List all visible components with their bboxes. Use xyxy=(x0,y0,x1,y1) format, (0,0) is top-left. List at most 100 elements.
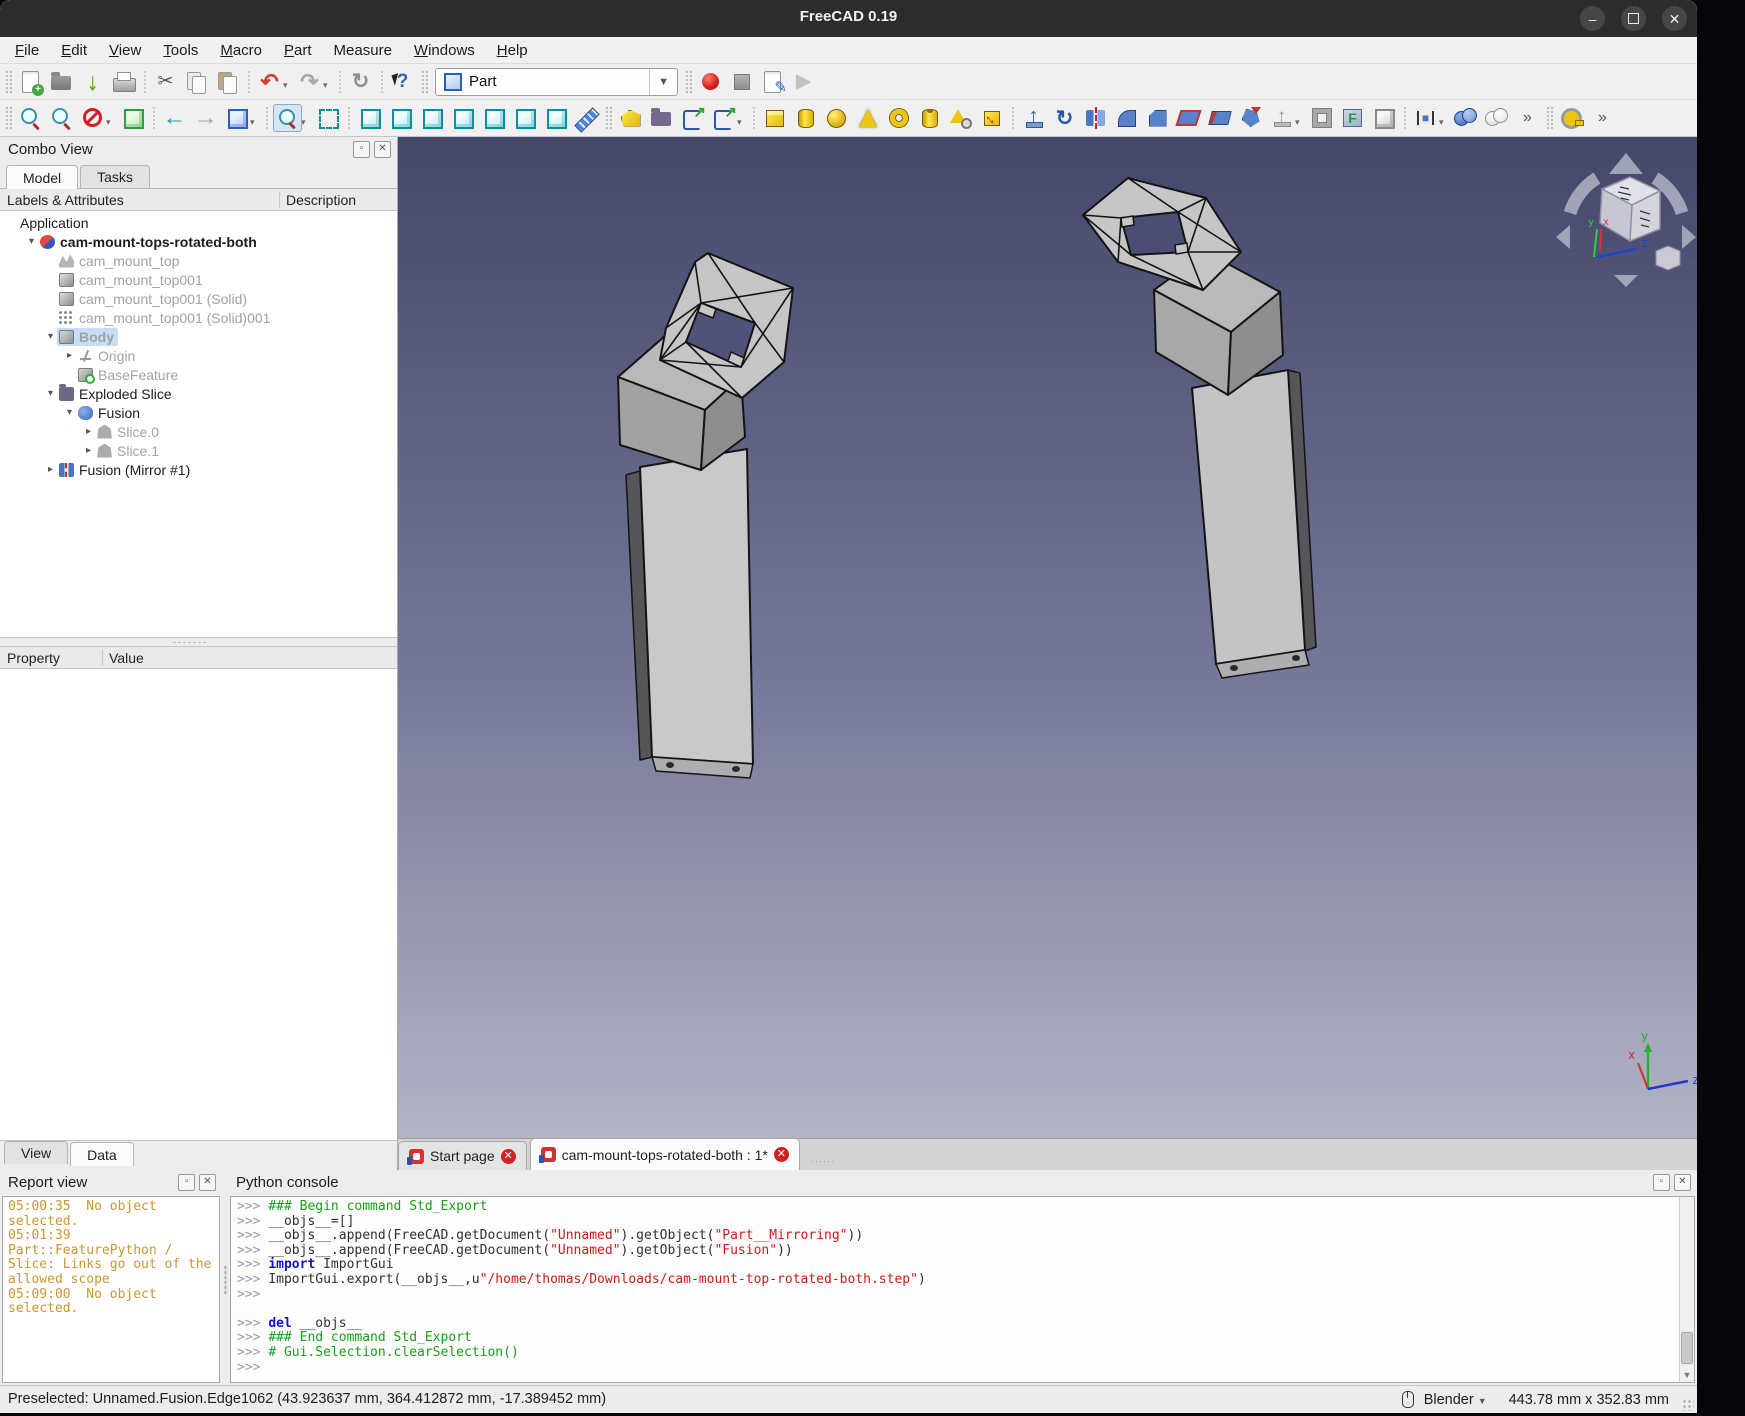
whats-this-button[interactable]: ? xyxy=(388,68,417,96)
compound-tools-button[interactable]: ■ xyxy=(1411,104,1440,132)
primitive-sphere-button[interactable] xyxy=(822,104,851,132)
linked-view-button-dropdown-icon[interactable]: ▾ xyxy=(250,117,260,128)
fillet-button[interactable] xyxy=(1112,104,1141,132)
part-solid-button[interactable] xyxy=(616,104,645,132)
view-bottom-button[interactable] xyxy=(510,104,539,132)
resize-grip[interactable] xyxy=(1682,1399,1694,1411)
box-zoom-button-dropdown-icon[interactable]: ▾ xyxy=(301,117,311,128)
workbench-selector[interactable]: Part▼ xyxy=(435,68,678,96)
extrude-button[interactable]: ↑ xyxy=(1019,104,1048,132)
offset-button-dropdown-icon[interactable]: ▾ xyxy=(1295,117,1305,128)
revolve-button[interactable]: ↻ xyxy=(1050,104,1079,132)
float-panel-icon[interactable]: ▫ xyxy=(1653,1174,1670,1191)
make-face-button[interactable] xyxy=(1174,104,1203,132)
view-front-button[interactable] xyxy=(386,104,415,132)
menu-help[interactable]: Help xyxy=(486,40,539,61)
tree-expander-icon[interactable]: ▾ xyxy=(44,331,57,342)
model-left[interactable] xyxy=(618,253,793,778)
macro-play-button[interactable]: ▶ xyxy=(789,68,818,96)
scrollbar-thumb[interactable] xyxy=(1681,1332,1693,1364)
document-tab-cam-mount-tops-rotated-both-1[interactable]: cam-mount-tops-rotated-both : 1*✕ xyxy=(530,1138,800,1170)
tree-item-origin[interactable]: ▸Origin xyxy=(0,346,397,365)
view-top-button[interactable] xyxy=(417,104,446,132)
shape-builder-button[interactable] xyxy=(946,104,975,132)
model-right[interactable] xyxy=(1083,178,1316,678)
menu-measure[interactable]: Measure xyxy=(323,40,403,61)
menu-file[interactable]: File xyxy=(4,40,50,61)
nav-style-selector[interactable]: Blender xyxy=(1424,1392,1474,1408)
tree-item-exploded-slice[interactable]: ▾Exploded Slice xyxy=(0,384,397,403)
primitive-box-button[interactable] xyxy=(760,104,789,132)
offset-button[interactable]: ↑ xyxy=(1267,104,1296,132)
undo-button[interactable]: ↶ xyxy=(255,68,284,96)
macro-edit-button[interactable]: ✎ xyxy=(758,68,787,96)
export-alt-button[interactable]: ↗ xyxy=(709,104,738,132)
scrollbar-down-icon[interactable]: ▼ xyxy=(1680,1369,1694,1382)
close-button[interactable]: ✕ xyxy=(1662,6,1687,31)
menu-tools[interactable]: Tools xyxy=(152,40,209,61)
primitive-cone-button[interactable] xyxy=(853,104,882,132)
tab-model[interactable]: Model xyxy=(6,165,78,189)
tree-item-cam-mount-top[interactable]: cam_mount_top xyxy=(0,251,397,270)
float-panel-icon[interactable]: ▫ xyxy=(178,1174,195,1191)
draw-style-button[interactable] xyxy=(313,104,342,132)
maximize-button[interactable] xyxy=(1621,6,1646,31)
close-panel-icon[interactable]: ✕ xyxy=(1674,1174,1691,1191)
close-panel-icon[interactable]: ✕ xyxy=(199,1174,216,1191)
tab-view[interactable]: View xyxy=(4,1141,68,1164)
toolbar-overflow-button[interactable]: » xyxy=(1513,104,1542,132)
tree-expander-icon[interactable]: ▸ xyxy=(82,426,95,437)
menu-edit[interactable]: Edit xyxy=(50,40,98,61)
primitive-cylinder-button[interactable] xyxy=(791,104,820,132)
primitive-torus-button[interactable] xyxy=(884,104,913,132)
tree-item-slice-1[interactable]: ▸Slice.1 xyxy=(0,441,397,460)
linked-view-button[interactable] xyxy=(222,104,251,132)
ruled-surface-button[interactable] xyxy=(1205,104,1234,132)
tree-item-fusion[interactable]: ▾Fusion xyxy=(0,403,397,422)
close-panel-icon[interactable]: ✕ xyxy=(374,141,391,158)
menu-view[interactable]: View xyxy=(98,40,152,61)
copy-button[interactable] xyxy=(182,68,211,96)
print-button[interactable] xyxy=(109,68,138,96)
primitive-tube-button[interactable] xyxy=(915,104,944,132)
tab-data[interactable]: Data xyxy=(70,1142,134,1166)
tree-expander-icon[interactable]: ▾ xyxy=(63,407,76,418)
toolbar-handle[interactable] xyxy=(605,106,612,130)
tree-item-fusion-mirror-1[interactable]: ▸Fusion (Mirror #1) xyxy=(0,460,397,479)
measure-distance-button[interactable] xyxy=(572,104,601,132)
boolean-union-button[interactable] xyxy=(1451,104,1480,132)
clipping-plane-button-dropdown-icon[interactable]: ▾ xyxy=(106,117,116,128)
macro-record-button[interactable] xyxy=(696,68,725,96)
tree-item-basefeature[interactable]: BaseFeature xyxy=(0,365,397,384)
title-bar[interactable]: FreeCAD 0.19 – ✕ xyxy=(0,0,1697,37)
undo-button-dropdown-icon[interactable]: ▾ xyxy=(283,80,293,91)
toolbar-handle[interactable] xyxy=(685,70,692,94)
menu-macro[interactable]: Macro xyxy=(209,40,273,61)
fit-selection-button[interactable] xyxy=(47,104,76,132)
cut-button[interactable]: ✂ xyxy=(151,68,180,96)
save-button[interactable]: ↓ xyxy=(78,68,107,96)
view-axonometric-button[interactable] xyxy=(355,104,384,132)
nav-style-dropdown-icon[interactable]: ▼ xyxy=(1478,1396,1487,1406)
workbench-dropdown-icon[interactable]: ▼ xyxy=(649,69,669,95)
chamfer-button[interactable] xyxy=(1143,104,1172,132)
float-panel-icon[interactable]: ▫ xyxy=(353,141,370,158)
tree-item-application[interactable]: Application xyxy=(0,213,397,232)
document-tab-start-page[interactable]: Start page✕ xyxy=(398,1141,527,1170)
report-view-log[interactable]: 05:00:35 No objectselected.05:01:39Part:… xyxy=(2,1196,220,1383)
tree-item-body[interactable]: ▾Body xyxy=(0,327,397,346)
loft-button[interactable] xyxy=(1236,104,1265,132)
tab-bar-grip[interactable]: ······ xyxy=(811,1156,835,1166)
tree-expander-icon[interactable]: ▸ xyxy=(44,464,57,475)
compound-tools-button-dropdown-icon[interactable]: ▾ xyxy=(1439,117,1449,128)
navigation-cube[interactable]: y x z xyxy=(1556,153,1696,287)
group-button[interactable] xyxy=(647,104,676,132)
thickness-button[interactable] xyxy=(1307,104,1336,132)
mirror-button[interactable] xyxy=(1081,104,1110,132)
fit-all-button[interactable] xyxy=(16,104,45,132)
tree-item-slice-0[interactable]: ▸Slice.0 xyxy=(0,422,397,441)
menu-part[interactable]: Part xyxy=(273,40,323,61)
box-zoom-button[interactable] xyxy=(273,104,302,132)
close-tab-icon[interactable]: ✕ xyxy=(501,1149,516,1164)
redo-button-dropdown-icon[interactable]: ▾ xyxy=(323,80,333,91)
